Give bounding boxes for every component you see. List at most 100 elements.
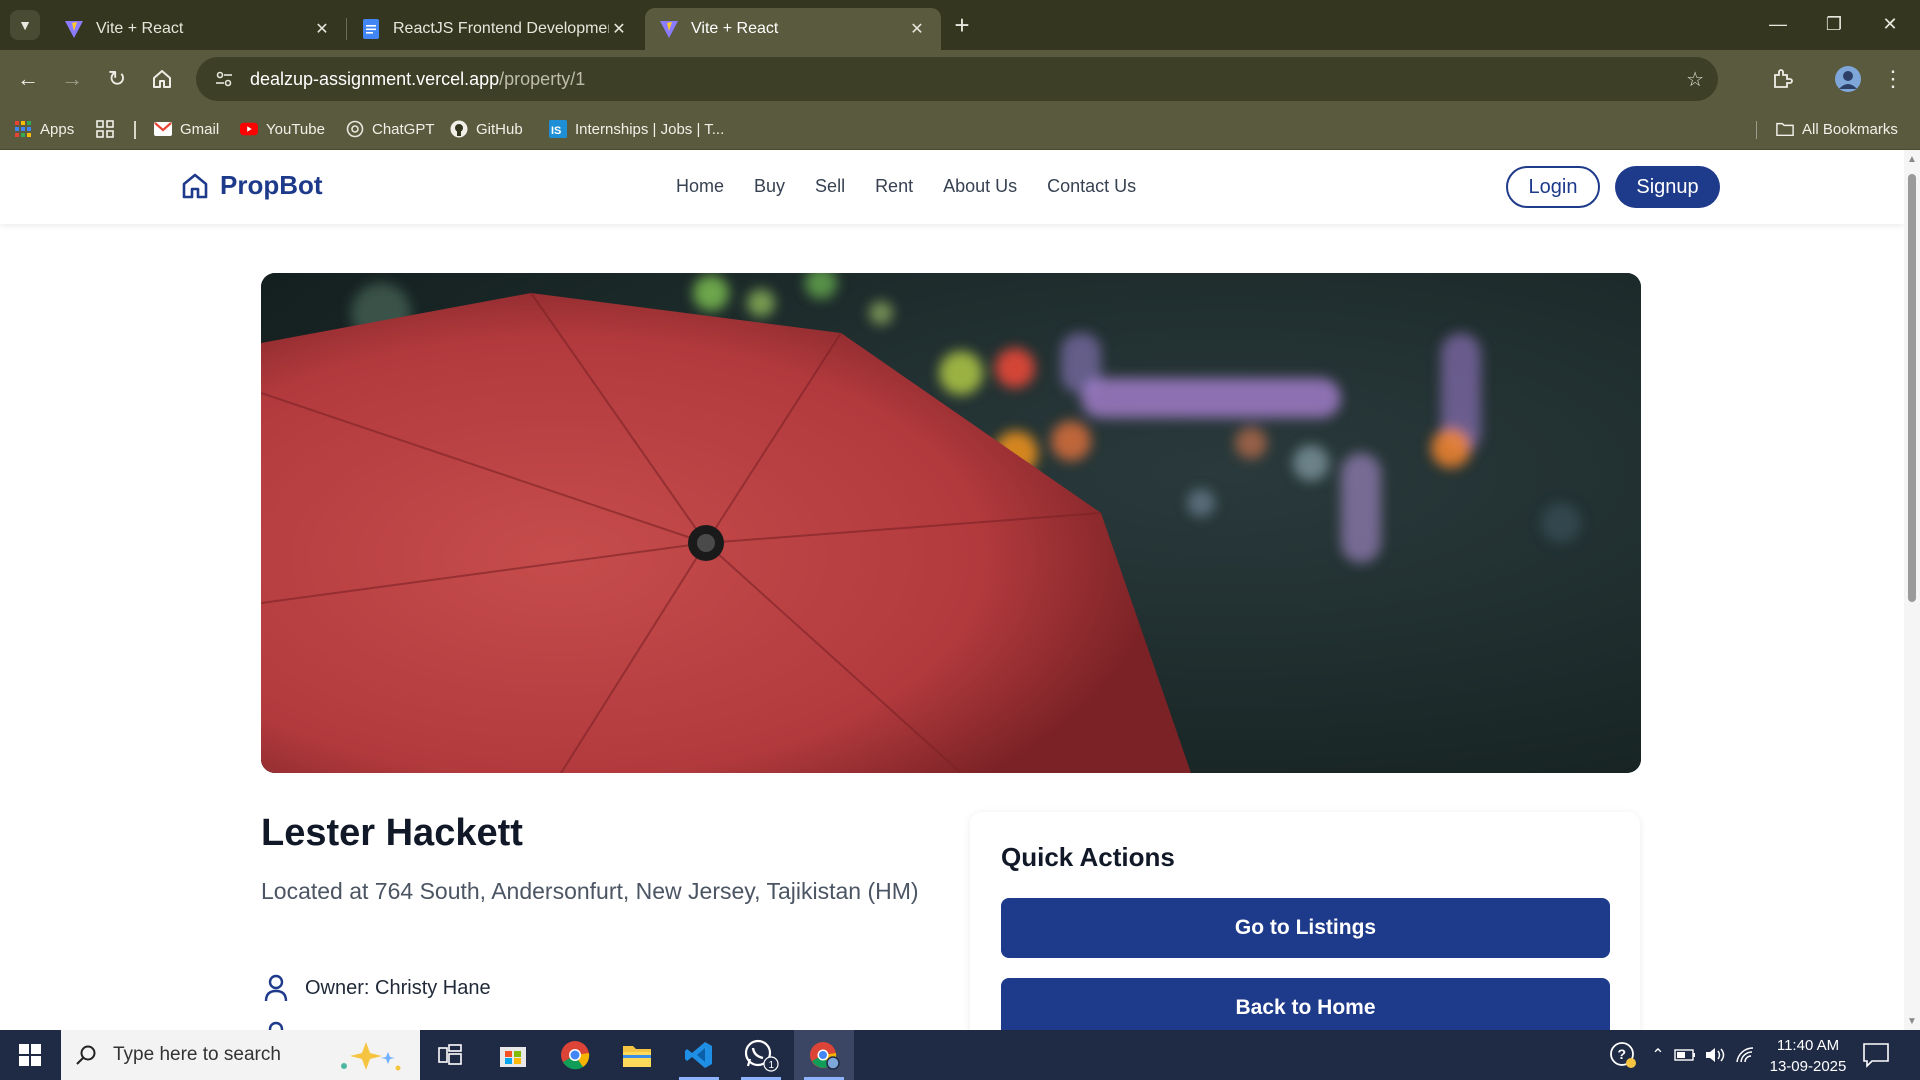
clock-time: 11:40 AM — [1776, 1037, 1840, 1054]
page-viewport: PropBot Home Buy Sell Rent About Us Cont… — [0, 150, 1920, 1030]
restore-icon[interactable]: ❐ — [1806, 0, 1862, 48]
chrome-profile-icon[interactable] — [794, 1030, 854, 1080]
all-bookmarks-folder[interactable]: All Bookmarks — [1776, 116, 1898, 142]
github-icon — [450, 120, 468, 138]
bookmark-label: Apps — [40, 120, 75, 138]
clock-date: 13-09-2025 — [1769, 1058, 1847, 1075]
help-icon[interactable]: ? — [1606, 1030, 1640, 1080]
bookmark-internshala[interactable]: IS Internships | Jobs | T... — [549, 116, 724, 142]
nav-link-contact-us[interactable]: Contact Us — [1047, 176, 1136, 197]
microsoft-store-icon[interactable] — [483, 1030, 543, 1080]
bookmark-label: YouTube — [266, 120, 325, 138]
internshala-icon: IS — [549, 120, 567, 138]
back-to-home-button[interactable]: Back to Home — [1001, 978, 1610, 1030]
go-to-listings-button[interactable]: Go to Listings — [1001, 898, 1610, 958]
whatsapp-badge: 1 — [769, 1060, 775, 1071]
svg-text:IS: IS — [551, 125, 561, 137]
close-tab-icon[interactable]: ✕ — [609, 19, 629, 39]
profile-avatar[interactable] — [1832, 63, 1864, 95]
brand-name: PropBot — [220, 170, 323, 200]
home-icon[interactable] — [146, 63, 178, 95]
file-explorer-icon[interactable] — [607, 1030, 667, 1080]
apps-grid-icon — [14, 120, 32, 138]
nav-link-about-us[interactable]: About Us — [943, 176, 1017, 197]
taskbar-clock[interactable]: 11:40 AM 13-09-2025 — [1760, 1035, 1856, 1077]
bookmark-star-icon[interactable]: ☆ — [1686, 67, 1704, 92]
browser-tab-1[interactable]: Vite + React ✕ — [50, 8, 346, 50]
svg-text:?: ? — [1618, 1046, 1627, 1062]
windows-start-button[interactable] — [0, 1030, 60, 1080]
scroll-up-arrow-icon[interactable]: ▲ — [1906, 154, 1918, 165]
vite-icon — [64, 19, 84, 39]
scroll-thumb[interactable] — [1908, 174, 1916, 602]
owner-row: Owner: Christy Hane — [263, 973, 491, 1003]
browser-tab-3-active[interactable]: Vite + React ✕ — [645, 8, 941, 50]
copilot-sparkle-icon — [341, 1042, 401, 1071]
address-bar[interactable]: dealzup-assignment.vercel.app/property/1… — [196, 57, 1718, 101]
close-tab-icon[interactable]: ✕ — [312, 19, 332, 39]
brand-logo[interactable]: PropBot — [180, 170, 323, 201]
all-bookmarks-label: All Bookmarks — [1802, 120, 1898, 138]
site-info-icon[interactable] — [212, 67, 236, 91]
battery-icon[interactable] — [1672, 1030, 1698, 1080]
whatsapp-icon[interactable]: 1 — [731, 1030, 791, 1080]
bookmark-chatgpt[interactable]: ChatGPT — [346, 116, 435, 142]
vscode-icon[interactable] — [669, 1030, 729, 1080]
bookmark-label: ChatGPT — [372, 120, 435, 138]
forward-arrow-icon[interactable]: → — [56, 63, 88, 95]
taskbar-search[interactable]: Type here to search — [61, 1030, 420, 1080]
nav-link-home[interactable]: Home — [676, 176, 724, 197]
reload-icon[interactable]: ↻ — [101, 63, 133, 95]
bookmark-label: Gmail — [180, 120, 220, 138]
nav-link-rent[interactable]: Rent — [875, 176, 913, 197]
volume-icon[interactable] — [1703, 1030, 1729, 1080]
browser-menu-icon[interactable]: ⋮ — [1877, 63, 1909, 95]
browser-tab-2[interactable]: ReactJS Frontend Development ✕ — [347, 8, 643, 50]
youtube-icon — [240, 120, 258, 138]
tab-search-button[interactable]: ▼ — [10, 10, 40, 40]
docs-icon — [361, 19, 381, 39]
show-hidden-icons-icon[interactable]: ⌃ — [1646, 1030, 1670, 1080]
search-placeholder: Type here to search — [113, 1044, 281, 1065]
signup-button[interactable]: Signup — [1615, 166, 1720, 208]
folder-icon — [1776, 120, 1794, 138]
umbrella-photo — [261, 273, 1641, 773]
url-host: dealzup-assignment.vercel.app — [250, 68, 500, 89]
extensions-icon[interactable] — [1766, 63, 1798, 95]
property-image — [261, 273, 1641, 773]
login-button[interactable]: Login — [1506, 166, 1600, 208]
house-icon — [182, 173, 208, 198]
close-window-icon[interactable]: ✕ — [1862, 0, 1918, 48]
wifi-icon[interactable] — [1733, 1030, 1759, 1080]
property-title: Lester Hackett — [261, 812, 523, 854]
new-tab-button[interactable]: + — [947, 10, 977, 40]
person-icon — [264, 974, 288, 1002]
page-scrollbar[interactable]: ▲ ▼ — [1904, 150, 1920, 1030]
bookmark-apps[interactable]: Apps — [14, 116, 74, 142]
tab-groups-icon — [96, 120, 114, 138]
bookmark-github[interactable]: GitHub — [450, 116, 523, 142]
close-tab-icon[interactable]: ✕ — [907, 19, 927, 39]
browser-toolbar: ← → ↻ dealzup-assignment.vercel.app/prop… — [0, 50, 1920, 108]
bookmark-gmail[interactable]: Gmail — [154, 116, 219, 142]
scroll-down-arrow-icon[interactable]: ▼ — [1906, 1016, 1918, 1027]
notification-center-icon[interactable] — [1862, 1042, 1890, 1068]
tab-title: Vite + React — [691, 20, 779, 37]
task-view-icon[interactable] — [420, 1030, 480, 1080]
bookmark-label: GitHub — [476, 120, 523, 138]
bookmark-divider — [1756, 121, 1757, 139]
bookmark-tab-groups[interactable] — [96, 116, 122, 142]
minimize-icon[interactable]: — — [1750, 0, 1806, 48]
site-navbar: PropBot Home Buy Sell Rent About Us Cont… — [0, 150, 1904, 224]
gmail-icon — [154, 120, 172, 138]
browser-tab-bar: ▼ Vite + React ✕ ReactJS Frontend Develo… — [0, 0, 1920, 50]
bookmark-divider — [134, 121, 136, 139]
bookmark-label: Internships | Jobs | T... — [575, 120, 725, 138]
search-icon — [76, 1045, 96, 1065]
back-arrow-icon[interactable]: ← — [12, 63, 44, 95]
nav-link-sell[interactable]: Sell — [815, 176, 845, 197]
bookmark-youtube[interactable]: YouTube — [240, 116, 325, 142]
tab-title: Vite + React — [96, 20, 184, 37]
nav-link-buy[interactable]: Buy — [754, 176, 785, 197]
chrome-icon[interactable] — [545, 1030, 605, 1080]
